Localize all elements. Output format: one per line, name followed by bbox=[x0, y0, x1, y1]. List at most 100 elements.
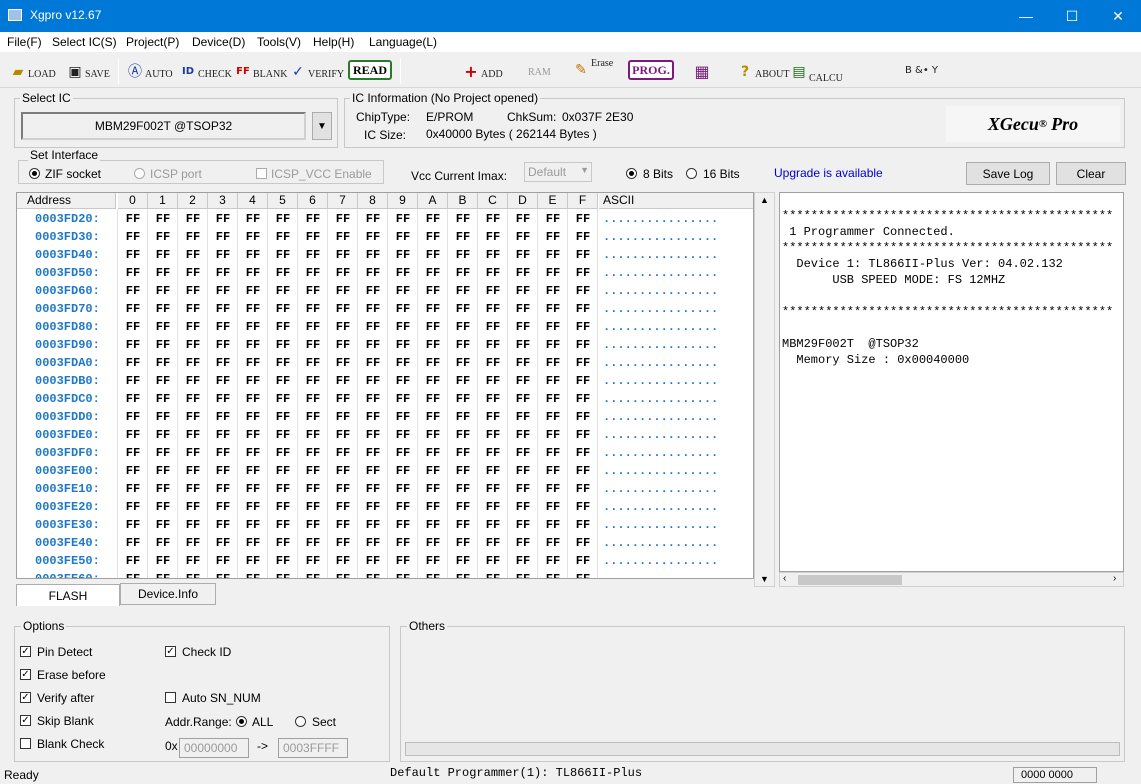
hex-row[interactable]: 0003FD40: FF FF FF FF FF FF FF FF FF FF FF FF FF FF FF F… bbox=[17, 246, 753, 264]
hex-byte[interactable]: FF bbox=[418, 284, 448, 298]
hex-byte[interactable]: FF bbox=[298, 482, 328, 496]
tab-device-info[interactable]: Device.Info bbox=[120, 583, 216, 605]
read-button[interactable]: READ bbox=[348, 60, 392, 80]
hex-byte[interactable]: FF bbox=[538, 410, 568, 424]
hex-byte[interactable]: FF bbox=[118, 410, 148, 424]
hex-byte[interactable]: FF bbox=[538, 356, 568, 370]
pin-detect-checkbox[interactable]: ✓ bbox=[20, 646, 31, 657]
icsp-radio[interactable] bbox=[134, 168, 145, 179]
hex-byte[interactable]: FF bbox=[148, 554, 178, 568]
hex-byte[interactable]: FF bbox=[508, 230, 538, 244]
hex-byte[interactable]: FF bbox=[178, 284, 208, 298]
hex-byte[interactable]: FF bbox=[388, 284, 418, 298]
hex-byte[interactable]: FF bbox=[148, 428, 178, 442]
clear-button[interactable]: Clear bbox=[1056, 162, 1126, 185]
hex-byte[interactable]: FF bbox=[208, 428, 238, 442]
hex-byte[interactable]: FF bbox=[268, 356, 298, 370]
hex-byte[interactable]: FF bbox=[178, 392, 208, 406]
hex-byte[interactable]: FF bbox=[448, 446, 478, 460]
hex-byte[interactable]: FF bbox=[118, 536, 148, 550]
hex-byte[interactable]: FF bbox=[178, 248, 208, 262]
hex-byte[interactable]: FF bbox=[478, 230, 508, 244]
hex-byte[interactable]: FF bbox=[448, 392, 478, 406]
hex-byte[interactable]: FF bbox=[538, 500, 568, 514]
hex-byte[interactable]: FF bbox=[358, 482, 388, 496]
hex-byte[interactable]: FF bbox=[118, 500, 148, 514]
hex-byte[interactable]: FF bbox=[358, 320, 388, 334]
hex-byte[interactable]: FF bbox=[418, 392, 448, 406]
hex-byte[interactable]: FF bbox=[178, 572, 208, 578]
hex-row[interactable]: 0003FE00: FF FF FF FF FF FF FF FF FF FF FF FF FF FF FF F… bbox=[17, 462, 753, 480]
hex-byte[interactable]: FF bbox=[538, 392, 568, 406]
hex-byte[interactable]: FF bbox=[448, 356, 478, 370]
hex-byte[interactable]: FF bbox=[418, 554, 448, 568]
hex-byte[interactable]: FF bbox=[298, 446, 328, 460]
hex-byte[interactable]: FF bbox=[568, 338, 598, 352]
hex-byte[interactable]: FF bbox=[358, 374, 388, 388]
hex-byte[interactable]: FF bbox=[178, 536, 208, 550]
hex-byte[interactable]: FF bbox=[148, 374, 178, 388]
hex-byte[interactable]: FF bbox=[418, 518, 448, 532]
hex-byte[interactable]: FF bbox=[268, 500, 298, 514]
hex-byte[interactable]: FF bbox=[268, 374, 298, 388]
blank-button[interactable]: FF BLANK bbox=[235, 58, 287, 84]
chip-button[interactable]: ▦ bbox=[694, 58, 712, 84]
hex-byte[interactable]: FF bbox=[268, 392, 298, 406]
hex-byte[interactable]: FF bbox=[568, 230, 598, 244]
hex-byte[interactable]: FF bbox=[508, 464, 538, 478]
menu-device[interactable]: Device(D) bbox=[192, 35, 245, 49]
bits8-radio[interactable] bbox=[626, 168, 637, 179]
hex-byte[interactable]: FF bbox=[418, 320, 448, 334]
hex-byte[interactable]: FF bbox=[508, 428, 538, 442]
arrow-left-icon[interactable]: ‹ bbox=[783, 573, 786, 584]
hex-byte[interactable]: FF bbox=[148, 446, 178, 460]
hex-byte[interactable]: FF bbox=[448, 212, 478, 226]
hex-byte[interactable]: FF bbox=[358, 338, 388, 352]
hex-byte[interactable]: FF bbox=[418, 410, 448, 424]
hex-byte[interactable]: FF bbox=[418, 500, 448, 514]
hex-byte[interactable]: FF bbox=[568, 266, 598, 280]
hex-byte[interactable]: FF bbox=[358, 248, 388, 262]
hex-byte[interactable]: FF bbox=[568, 410, 598, 424]
hex-byte[interactable]: FF bbox=[328, 302, 358, 316]
hex-byte[interactable]: FF bbox=[328, 464, 358, 478]
hex-byte[interactable]: FF bbox=[268, 518, 298, 532]
hex-byte[interactable]: FF bbox=[118, 212, 148, 226]
hex-byte[interactable]: FF bbox=[178, 482, 208, 496]
hex-byte[interactable]: FF bbox=[478, 482, 508, 496]
hex-byte[interactable]: FF bbox=[238, 374, 268, 388]
hex-byte[interactable]: FF bbox=[478, 446, 508, 460]
hex-byte[interactable]: FF bbox=[298, 230, 328, 244]
hex-byte[interactable]: FF bbox=[508, 338, 538, 352]
hex-byte[interactable]: FF bbox=[118, 374, 148, 388]
hex-byte[interactable]: FF bbox=[208, 482, 238, 496]
hex-byte[interactable]: FF bbox=[298, 284, 328, 298]
hex-row[interactable]: 0003FDD0: FF FF FF FF FF FF FF FF FF FF FF FF FF FF FF F… bbox=[17, 408, 753, 426]
hex-row[interactable]: 0003FD20: FF FF FF FF FF FF FF FF FF FF FF FF FF FF FF F… bbox=[17, 210, 753, 228]
hex-byte[interactable]: FF bbox=[448, 302, 478, 316]
hex-byte[interactable]: FF bbox=[508, 356, 538, 370]
hex-byte[interactable]: FF bbox=[208, 320, 238, 334]
hex-byte[interactable]: FF bbox=[118, 464, 148, 478]
hex-byte[interactable]: FF bbox=[418, 302, 448, 316]
vcc-current-select[interactable]: Default ▼ bbox=[524, 162, 592, 182]
hex-byte[interactable]: FF bbox=[178, 266, 208, 280]
hex-byte[interactable]: FF bbox=[238, 536, 268, 550]
hex-byte[interactable]: FF bbox=[118, 572, 148, 578]
hex-byte[interactable]: FF bbox=[208, 374, 238, 388]
hex-byte[interactable]: FF bbox=[238, 464, 268, 478]
hex-byte[interactable]: FF bbox=[418, 356, 448, 370]
hex-byte[interactable]: FF bbox=[178, 230, 208, 244]
hex-byte[interactable]: FF bbox=[508, 572, 538, 578]
hex-byte[interactable]: FF bbox=[538, 230, 568, 244]
hex-buffer-grid[interactable]: Address 0123456789ABCDEF ASCII 0003FD20:… bbox=[16, 192, 754, 579]
hex-byte[interactable]: FF bbox=[148, 464, 178, 478]
hex-byte[interactable]: FF bbox=[238, 428, 268, 442]
check-id-checkbox[interactable]: ✓ bbox=[165, 646, 176, 657]
hex-byte[interactable]: FF bbox=[238, 392, 268, 406]
hex-byte[interactable]: FF bbox=[268, 428, 298, 442]
hex-byte[interactable]: FF bbox=[478, 284, 508, 298]
hex-byte[interactable]: FF bbox=[478, 554, 508, 568]
hex-byte[interactable]: FF bbox=[448, 374, 478, 388]
hex-byte[interactable]: FF bbox=[388, 518, 418, 532]
